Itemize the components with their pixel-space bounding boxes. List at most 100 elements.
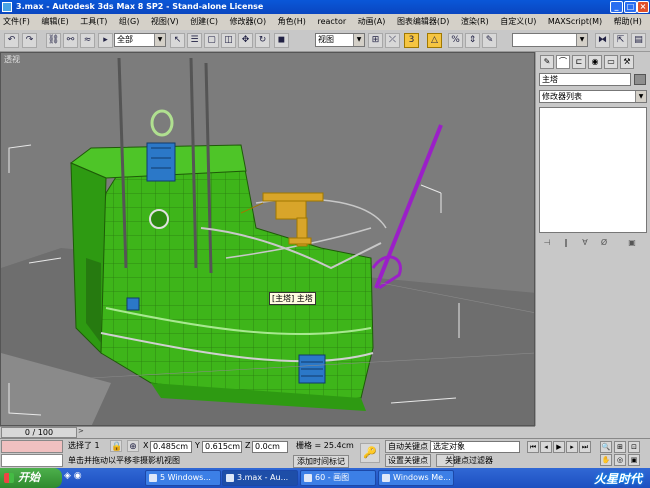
menu-rendering[interactable]: 渲染(R)	[461, 17, 489, 26]
prompt-line: 单击并拖动以平移非摄影机视图	[68, 456, 180, 465]
menu-help[interactable]: 帮助(H)	[614, 17, 642, 26]
named-selection-dropdown[interactable]: ▼	[512, 33, 588, 47]
taskbar-item-windows[interactable]: 5 Windows...	[145, 470, 221, 486]
key-filters-button[interactable]: 关键点过滤器	[445, 455, 493, 467]
maxscript-listener-field[interactable]	[1, 440, 63, 453]
time-slider-knob[interactable]: 0 / 100	[1, 427, 77, 438]
object-color-swatch[interactable]	[634, 74, 646, 85]
menu-customize[interactable]: 自定义(U)	[500, 17, 536, 26]
close-button[interactable]: ×	[637, 1, 649, 13]
display-tab-icon[interactable]: ▭	[604, 55, 618, 69]
taskbar-item-messenger[interactable]: Windows Me...	[378, 470, 454, 486]
pivot-center-icon[interactable]: ⊞	[368, 33, 383, 48]
make-unique-icon[interactable]: ∀	[579, 238, 591, 248]
z-coordinate-field[interactable]: 0.0cm	[252, 441, 288, 453]
spinner-snap-icon[interactable]: ⇕	[465, 33, 480, 48]
taskbar-item-3dsmax[interactable]: 3.max - Au...	[222, 470, 298, 486]
menu-views[interactable]: 视图(V)	[151, 17, 179, 26]
status-bar: 选择了 1 🔒 ⊕ X 0.485cm Y 0.615cm Z 0.0cm 栅格…	[0, 438, 650, 468]
add-time-tag-button[interactable]: 添加时间标记	[293, 455, 349, 468]
configure-sets-icon[interactable]: ▣	[626, 238, 638, 248]
x-coordinate-field[interactable]: 0.485cm	[150, 441, 192, 453]
y-coordinate-field[interactable]: 0.615cm	[202, 441, 242, 453]
zoom-all-icon[interactable]: ⊞	[614, 441, 626, 453]
next-frame-icon[interactable]: ▸	[566, 441, 578, 453]
named-selection-icon[interactable]: ✎	[482, 33, 497, 48]
z-label: Z	[245, 441, 251, 450]
select-move-icon[interactable]: ✥	[238, 33, 253, 48]
link-icon[interactable]: ⛓	[46, 33, 61, 48]
layer-manager-icon[interactable]: ▤	[631, 33, 646, 48]
bind-space-warp-icon[interactable]: ≈	[80, 33, 95, 48]
mirror-icon[interactable]: ⧓	[595, 33, 610, 48]
key-icon[interactable]: 🔑	[360, 443, 380, 463]
go-to-start-icon[interactable]: ⏮	[527, 441, 539, 453]
maximize-viewport-icon[interactable]: ▣	[628, 454, 640, 466]
object-name-field[interactable]: 主塔	[539, 73, 631, 86]
viewport-label[interactable]: 透视	[4, 54, 20, 65]
minimize-button[interactable]: _	[610, 1, 623, 13]
snap-toggle-icon[interactable]: 3	[404, 33, 419, 48]
pin-stack-icon[interactable]: ⊣	[541, 238, 553, 248]
menu-graph-editors[interactable]: 图表编辑器(D)	[397, 17, 449, 26]
menu-character[interactable]: 角色(H)	[278, 17, 306, 26]
maximize-button[interactable]: □	[624, 1, 637, 13]
taskbar-item-paint[interactable]: 60 - 画图	[300, 470, 376, 486]
auto-key-button[interactable]: 自动关键点	[385, 440, 431, 453]
motion-tab-icon[interactable]: ◉	[588, 55, 602, 69]
show-end-result-icon[interactable]: ‖	[560, 238, 572, 248]
utilities-tab-icon[interactable]: ⚒	[620, 55, 634, 69]
align-icon[interactable]: ⇱	[613, 33, 628, 48]
menu-tools[interactable]: 工具(T)	[80, 17, 107, 26]
percent-snap-icon[interactable]: %	[448, 33, 463, 48]
select-by-name-icon[interactable]: ☰	[187, 33, 202, 48]
title-bar: 3.max - Autodesk 3ds Max 8 SP2 - Stand-a…	[0, 0, 650, 14]
menu-maxscript[interactable]: MAXScript(M)	[548, 17, 602, 26]
quick-launch-icons[interactable]: ◈ ◉	[64, 471, 82, 481]
menu-group[interactable]: 组(G)	[119, 17, 139, 26]
menu-edit[interactable]: 编辑(E)	[41, 17, 68, 26]
play-icon[interactable]: ▶	[553, 441, 565, 453]
menu-file[interactable]: 文件(F)	[3, 17, 30, 26]
modifier-stack[interactable]	[539, 107, 647, 233]
go-to-end-icon[interactable]: ⏭	[579, 441, 591, 453]
angle-snap-icon[interactable]: △	[427, 33, 442, 48]
menu-create[interactable]: 创建(C)	[190, 17, 218, 26]
rectangle-selection-icon[interactable]: ▢	[204, 33, 219, 48]
remove-modifier-icon[interactable]: Ø	[598, 238, 610, 248]
select-object-icon[interactable]: ↖	[170, 33, 185, 48]
perspective-viewport[interactable]: 透视 [主塔] 主塔	[0, 52, 535, 426]
undo-icon[interactable]: ↶	[4, 33, 19, 48]
key-mode-dropdown[interactable]: 选定对象	[430, 441, 520, 453]
menu-animation[interactable]: 动画(A)	[358, 17, 386, 26]
select-rotate-icon[interactable]: ↻	[255, 33, 270, 48]
modifier-list-dropdown[interactable]: 修改器列表 ▼	[539, 90, 647, 103]
modify-tab-icon[interactable]: ⌒	[556, 55, 570, 69]
reference-coordinate-dropdown[interactable]: 视图 ▼	[315, 33, 365, 47]
previous-frame-icon[interactable]: ◂	[540, 441, 552, 453]
unlink-icon[interactable]: ⚯	[63, 33, 78, 48]
time-slider-next-icon[interactable]: >	[78, 427, 84, 435]
redo-icon[interactable]: ↷	[22, 33, 37, 48]
select-icon[interactable]: ▸	[98, 33, 113, 48]
zoom-extents-icon[interactable]: ⊡	[628, 441, 640, 453]
menu-modifiers[interactable]: 修改器(O)	[230, 17, 267, 26]
manipulate-icon[interactable]: ⤫	[385, 33, 400, 48]
hierarchy-tab-icon[interactable]: ⊏	[572, 55, 586, 69]
lock-selection-icon[interactable]: 🔒	[110, 440, 122, 452]
menu-reactor[interactable]: reactor	[317, 17, 346, 26]
maxscript-output-field[interactable]	[1, 454, 63, 467]
start-button[interactable]: 开始	[0, 468, 62, 488]
window-crossing-icon[interactable]: ◫	[221, 33, 236, 48]
pan-icon[interactable]: ✋	[600, 454, 612, 466]
object-tooltip: [主塔] 主塔	[269, 292, 316, 305]
selection-filter-dropdown[interactable]: 全部 ▼	[114, 33, 166, 47]
time-slider[interactable]: 0 / 100 >	[0, 426, 535, 438]
absolute-mode-icon[interactable]: ⊕	[127, 440, 139, 452]
task-label: 3.max - Au...	[237, 473, 289, 482]
set-key-button[interactable]: 设置关键点	[385, 454, 431, 467]
orbit-icon[interactable]: ◎	[614, 454, 626, 466]
zoom-icon[interactable]: 🔍	[600, 441, 612, 453]
select-scale-icon[interactable]: ◼	[274, 33, 289, 48]
create-tab-icon[interactable]: ✎	[540, 55, 554, 69]
